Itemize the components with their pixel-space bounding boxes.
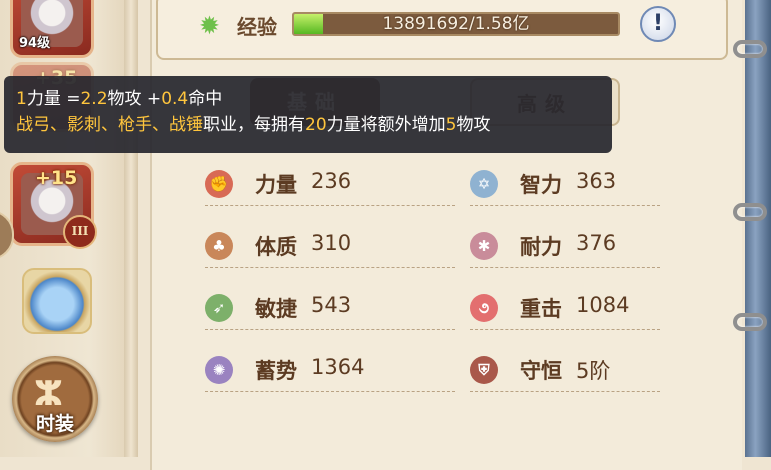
stat-value: 363 [576, 169, 617, 193]
stat-name: 力量 [255, 173, 297, 197]
tooltip-text: 职业，每拥有 [203, 115, 305, 135]
tooltip-number: 1 [16, 89, 27, 109]
tooltip-number: 2.2 [80, 89, 108, 109]
stat-row-intelligence[interactable]: ✡ 智力 363 [470, 165, 660, 206]
body-icon: ♣ [205, 232, 233, 260]
stat-value: 5阶 [576, 359, 611, 383]
tooltip-text: 物攻 + [107, 89, 162, 109]
stat-name: 守恒 [520, 359, 562, 383]
equip-plus-label: +15 [35, 167, 78, 189]
stat-name: 蓄势 [255, 359, 297, 383]
swirl-icon: ૭ [470, 294, 498, 322]
tooltip-number: 20 [305, 115, 327, 135]
stat-row-conservation[interactable]: ⛨ 守恒 5阶 [470, 351, 660, 392]
stat-name: 重击 [520, 297, 562, 321]
figure-icon: ✱ [470, 232, 498, 260]
clothing-icon: ⵣ [34, 374, 63, 414]
equip-slot-top[interactable]: 94级 [10, 0, 94, 58]
tooltip-text: 力量将额外增加 [326, 115, 446, 135]
experience-bar: 13891692/1.58亿 [292, 12, 620, 36]
experience-label: 经验 [237, 15, 277, 39]
star-gear-icon: ✹ [199, 11, 220, 40]
equip-level-label: 94级 [19, 36, 51, 51]
stat-name: 敏捷 [255, 297, 297, 321]
stat-name: 耐力 [520, 235, 562, 259]
tooltip-number: 0.4 [161, 89, 189, 109]
info-icon[interactable]: ! [640, 6, 676, 42]
equip-slot-wings[interactable]: +15 III [10, 162, 97, 249]
stat-value: 543 [311, 293, 352, 317]
fashion-label: 时装 [35, 413, 74, 435]
fist-icon: ✊ [205, 170, 233, 198]
tooltip-line-2: 战弓、影刺、枪手、战锤职业，每拥有20力量将额外增加5物攻 [16, 112, 600, 138]
panel-divider [124, 0, 138, 457]
stat-row-strength[interactable]: ✊ 力量 236 [205, 165, 455, 206]
mirror-icon[interactable] [22, 268, 92, 334]
stat-value: 236 [311, 169, 352, 193]
spiral-icon: ✺ [205, 356, 233, 384]
stat-value: 1084 [576, 293, 630, 317]
stat-row-constitution[interactable]: ♣ 体质 310 [205, 227, 455, 268]
binder-rail [745, 0, 771, 457]
binder-ring [733, 203, 767, 221]
tooltip-text: 力量 = [26, 89, 81, 109]
stat-row-heavy-strike[interactable]: ૭ 重击 1084 [470, 289, 660, 330]
tooltip-line-1: 1力量 =2.2物攻 +0.4命中 [16, 86, 600, 112]
stat-value: 376 [576, 231, 617, 255]
stat-name: 体质 [255, 235, 297, 259]
tooltip-text: 物攻 [456, 115, 491, 135]
stat-name: 智力 [520, 173, 562, 197]
stat-value: 310 [311, 231, 352, 255]
shield-icon: ⛨ [470, 356, 498, 384]
experience-value: 13891692/1.58亿 [382, 14, 530, 34]
tooltip-classes: 战弓、影刺、枪手、战锤 [16, 115, 203, 135]
stat-row-stamina[interactable]: ✱ 耐力 376 [470, 227, 660, 268]
tier-badge: III [63, 215, 97, 249]
stat-value: 1364 [311, 355, 365, 379]
tooltip-number: 5 [445, 115, 457, 135]
stat-row-agility[interactable]: ➶ 敏捷 543 [205, 289, 455, 330]
binder-ring [733, 313, 767, 331]
stat-row-momentum[interactable]: ✺ 蓄势 1364 [205, 351, 455, 392]
wing-icon: ➶ [205, 294, 233, 322]
strength-tooltip: 1力量 =2.2物攻 +0.4命中 战弓、影刺、枪手、战锤职业，每拥有20力量将… [4, 76, 612, 153]
fashion-button[interactable]: ⵣ 时装 [12, 356, 98, 442]
binder-ring [733, 40, 767, 58]
hexagram-icon: ✡ [470, 170, 498, 198]
tooltip-text: 命中 [188, 89, 223, 109]
